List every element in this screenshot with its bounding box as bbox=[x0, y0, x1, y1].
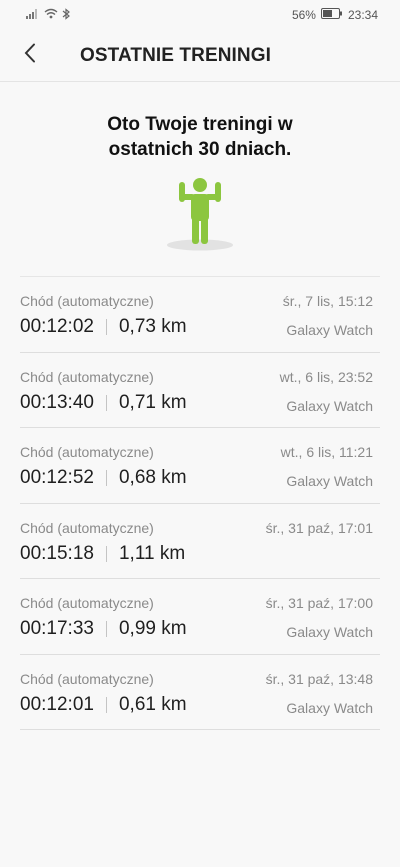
page-title: OSTATNIE TRENINGI bbox=[80, 44, 271, 66]
workout-row[interactable]: Chód (automatyczne) wt., 6 lis, 11:21 00… bbox=[20, 428, 380, 504]
wifi-icon bbox=[44, 8, 58, 22]
workout-duration: 00:12:52 bbox=[20, 467, 94, 488]
divider bbox=[105, 394, 107, 411]
workout-distance: 0,61 km bbox=[118, 693, 187, 715]
workout-date: śr., 7 lis, 15:12 bbox=[282, 293, 373, 309]
battery-percent: 56% bbox=[291, 8, 316, 22]
workout-date: śr., 31 paź, 17:01 bbox=[265, 519, 373, 536]
workout-duration: 00:17:33 bbox=[20, 618, 94, 639]
divider bbox=[105, 470, 107, 486]
workout-device: Galaxy Watch bbox=[286, 624, 373, 640]
workout-distance: 0,71 km bbox=[118, 391, 187, 413]
workout-type: Chód (automatyczne) bbox=[20, 519, 154, 536]
workout-date: śr., 31 paź, 13:48 bbox=[265, 670, 373, 687]
workout-device: Galaxy Watch bbox=[286, 699, 373, 716]
workout-type: Chód (automatyczne) bbox=[20, 293, 154, 309]
status-icons bbox=[26, 7, 70, 23]
workout-type: Chód (automatyczne) bbox=[20, 368, 154, 385]
workout-device: Galaxy Watch bbox=[286, 473, 373, 489]
workout-stats: 00:15:18 1,11 km bbox=[20, 543, 185, 565]
workout-date: wt., 6 lis, 23:52 bbox=[279, 368, 373, 385]
app-header: OSTATNIE TRENINGI bbox=[0, 30, 400, 82]
divider bbox=[105, 545, 107, 562]
workout-stats: 00:13:40 0,71 km bbox=[20, 392, 187, 414]
workout-duration: 00:12:02 bbox=[20, 316, 94, 337]
signal-icon bbox=[26, 8, 40, 22]
workout-row[interactable]: Chód (automatyczne) śr., 7 lis, 15:12 00… bbox=[20, 277, 380, 353]
workout-distance: 0,99 km bbox=[118, 618, 187, 639]
workout-stats: 00:12:02 0,73 km bbox=[20, 316, 187, 338]
divider bbox=[105, 696, 107, 713]
battery-icon bbox=[320, 8, 343, 22]
workout-distance: 1,11 km bbox=[118, 542, 186, 564]
workout-distance: 0,73 km bbox=[118, 316, 187, 337]
workout-stats: 00:17:33 0,99 km bbox=[20, 618, 187, 640]
workout-stats: 00:12:52 0,68 km bbox=[20, 467, 187, 489]
divider bbox=[105, 621, 107, 637]
workout-row[interactable]: Chód (automatyczne) śr., 31 paź, 17:01 0… bbox=[20, 504, 380, 579]
workout-device: Galaxy Watch bbox=[286, 397, 373, 414]
clock: 23:34 bbox=[347, 8, 378, 22]
bluetooth-icon bbox=[62, 7, 70, 23]
intro-line-2: ostatnich 30 dniach. bbox=[108, 139, 292, 160]
workout-duration: 00:13:40 bbox=[20, 391, 94, 413]
workout-row[interactable]: Chód (automatyczne) śr., 31 paź, 17:00 0… bbox=[20, 579, 380, 655]
status-right: 56% 23:34 bbox=[292, 8, 378, 22]
workout-device: Galaxy Watch bbox=[286, 322, 373, 338]
workout-row[interactable]: Chód (automatyczne) wt., 6 lis, 23:52 00… bbox=[20, 353, 380, 428]
workout-date: wt., 6 lis, 11:21 bbox=[280, 444, 373, 460]
divider bbox=[105, 319, 107, 335]
workout-type: Chód (automatyczne) bbox=[20, 595, 154, 611]
workout-duration: 00:15:18 bbox=[20, 542, 94, 564]
workout-stats: 00:12:01 0,61 km bbox=[20, 694, 187, 716]
status-bar: 56% 23:34 bbox=[0, 0, 400, 30]
back-button[interactable] bbox=[0, 30, 60, 82]
workout-duration: 00:12:01 bbox=[20, 693, 94, 715]
intro-line-1: Oto Twoje treningi w bbox=[107, 114, 293, 135]
workout-type: Chód (automatyczne) bbox=[20, 444, 154, 460]
workout-row[interactable]: Chód (automatyczne) śr., 31 paź, 13:48 0… bbox=[20, 655, 380, 730]
chevron-left-icon bbox=[24, 43, 36, 68]
workout-date: śr., 31 paź, 17:00 bbox=[265, 595, 373, 611]
workout-figure-icon bbox=[165, 176, 235, 254]
workout-type: Chód (automatyczne) bbox=[20, 670, 154, 687]
intro-heading: Oto Twoje treningi w ostatnich 30 dniach… bbox=[0, 112, 400, 162]
workout-list: Chód (automatyczne) śr., 7 lis, 15:12 00… bbox=[20, 276, 380, 730]
workout-distance: 0,68 km bbox=[118, 467, 187, 488]
